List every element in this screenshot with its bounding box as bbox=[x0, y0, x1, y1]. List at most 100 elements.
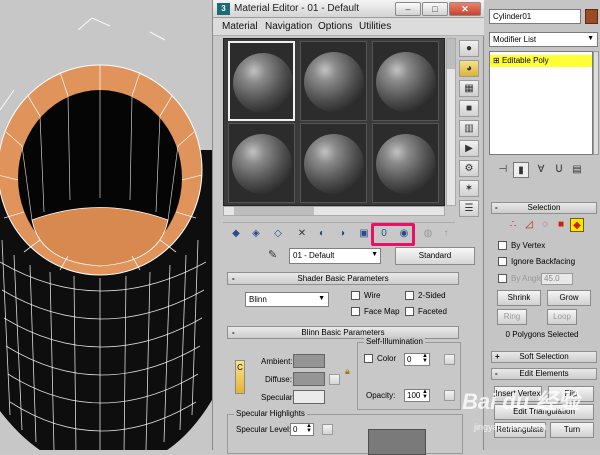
checkbox-box[interactable] bbox=[498, 257, 507, 266]
menu-utilities[interactable]: Utilities bbox=[359, 21, 391, 32]
expand-icon[interactable]: ⊞ bbox=[493, 56, 502, 65]
opacity-map-button[interactable] bbox=[444, 390, 455, 401]
ring-button[interactable]: Ring bbox=[497, 309, 527, 325]
remove-modifier-icon[interactable]: ᑌ bbox=[551, 162, 567, 178]
make-unique-icon[interactable]: ◑ bbox=[333, 226, 351, 243]
make-copy-icon[interactable]: ◐ bbox=[313, 226, 331, 243]
select-by-material-icon[interactable]: ✶ bbox=[459, 180, 479, 197]
ignore-backfacing-checkbox[interactable]: Ignore Backfacing bbox=[498, 257, 575, 266]
two-sided-checkbox[interactable]: 2-Sided bbox=[405, 291, 446, 300]
checkbox-box[interactable] bbox=[498, 274, 507, 283]
lock-ambient-diffuse-toggle[interactable]: C bbox=[235, 360, 245, 394]
spinner-arrows-icon[interactable]: ▲ ▼ bbox=[422, 389, 428, 400]
make-preview-icon[interactable]: ▶ bbox=[459, 140, 479, 157]
rollout-header[interactable]: - Shader Basic Parameters bbox=[227, 272, 459, 285]
sample-type-icon[interactable]: ● bbox=[459, 40, 479, 57]
loop-button[interactable]: Loop bbox=[547, 309, 577, 325]
grow-button[interactable]: Grow bbox=[547, 290, 591, 306]
slots-vertical-scrollbar[interactable] bbox=[446, 38, 456, 206]
modifier-list-dropdown[interactable]: Modifier List ▼ bbox=[489, 32, 598, 47]
spinner-arrows-icon[interactable]: ▲ ▼ bbox=[306, 423, 312, 434]
checkbox-box[interactable] bbox=[351, 291, 360, 300]
selection-rollout-header[interactable]: - Selection bbox=[491, 202, 597, 214]
stack-item-editable-poly[interactable]: ⊞ Editable Poly bbox=[490, 55, 592, 67]
sample-uv-tiling-icon[interactable]: ■ bbox=[459, 100, 479, 117]
show-end-result-icon[interactable]: ◍ bbox=[419, 226, 437, 243]
angle-spinner[interactable]: 45.0 bbox=[541, 273, 573, 285]
checkbox-box[interactable] bbox=[364, 354, 373, 363]
checkbox-box[interactable] bbox=[405, 291, 414, 300]
backlight-icon[interactable]: ◕ bbox=[459, 60, 479, 77]
material-slot[interactable] bbox=[372, 41, 439, 121]
close-button[interactable]: ✕ bbox=[449, 2, 481, 16]
checkbox-box[interactable] bbox=[405, 307, 414, 316]
material-slot[interactable] bbox=[300, 41, 367, 121]
assign-material-icon[interactable]: ◇ bbox=[269, 226, 287, 243]
material-type-button[interactable]: Standard bbox=[395, 247, 475, 265]
checkbox-box[interactable] bbox=[498, 241, 507, 250]
specular-level-spinner[interactable]: 0 ▲ ▼ bbox=[290, 423, 314, 436]
wire-checkbox[interactable]: Wire bbox=[351, 291, 380, 300]
pick-material-icon[interactable]: ✎ bbox=[268, 248, 284, 264]
material-slot[interactable] bbox=[372, 123, 439, 203]
scroll-thumb[interactable] bbox=[447, 39, 455, 69]
diffuse-color-swatch[interactable] bbox=[293, 372, 325, 386]
diffuse-map-button[interactable] bbox=[329, 374, 340, 385]
slots-horizontal-scrollbar[interactable] bbox=[223, 206, 445, 216]
border-mode-icon[interactable]: ◌ bbox=[538, 218, 552, 232]
background-checker-icon[interactable]: ▦ bbox=[459, 80, 479, 97]
opacity-spinner[interactable]: 100 ▲ ▼ bbox=[404, 389, 430, 402]
options-icon[interactable]: ⚙ bbox=[459, 160, 479, 177]
go-to-parent-icon[interactable]: ↑ bbox=[437, 226, 455, 243]
lock-icon[interactable]: 🔒︎ bbox=[345, 366, 350, 377]
material-name-field[interactable]: 01 - Default ▼ bbox=[289, 248, 381, 264]
specular-level-map-button[interactable] bbox=[322, 424, 333, 435]
soft-selection-rollout-header[interactable]: + Soft Selection bbox=[491, 351, 597, 363]
face-map-checkbox[interactable]: Face Map bbox=[351, 307, 400, 316]
faceted-checkbox[interactable]: Faceted bbox=[405, 307, 447, 316]
by-angle-checkbox[interactable]: By Angle: bbox=[498, 274, 545, 283]
video-color-check-icon[interactable]: ▥ bbox=[459, 120, 479, 137]
make-unique-icon[interactable]: ∀ bbox=[533, 162, 549, 178]
material-slot[interactable] bbox=[228, 123, 295, 203]
element-mode-icon[interactable]: ◆ bbox=[570, 218, 584, 232]
polygon-mode-icon[interactable]: ■ bbox=[554, 218, 568, 232]
material-slot[interactable] bbox=[228, 41, 295, 121]
by-vertex-checkbox[interactable]: By Vertex bbox=[498, 241, 545, 250]
self-illum-map-button[interactable] bbox=[444, 354, 455, 365]
pin-stack-icon[interactable]: ⊣ bbox=[495, 162, 511, 178]
material-slot[interactable] bbox=[300, 123, 367, 203]
minimize-button[interactable]: – bbox=[395, 2, 421, 16]
perspective-viewport[interactable] bbox=[0, 0, 212, 450]
checkbox-box[interactable] bbox=[351, 307, 360, 316]
collapse-toggle[interactable]: - bbox=[495, 203, 498, 213]
ambient-color-swatch[interactable] bbox=[293, 354, 325, 368]
collapse-toggle[interactable]: - bbox=[495, 369, 498, 379]
menu-navigation[interactable]: Navigation bbox=[265, 21, 312, 32]
shrink-button[interactable]: Shrink bbox=[497, 290, 541, 306]
menu-options[interactable]: Options bbox=[318, 21, 352, 32]
reset-map-icon[interactable]: ✕ bbox=[293, 226, 311, 243]
material-navigator-icon[interactable]: ☰ bbox=[459, 200, 479, 217]
self-illum-color-checkbox[interactable]: Color bbox=[364, 354, 396, 363]
stack-scrollbar[interactable] bbox=[593, 51, 599, 155]
material-editor-titlebar[interactable]: 3 Material Editor - 01 - Default – □ ✕ bbox=[213, 0, 485, 18]
specular-color-swatch[interactable] bbox=[293, 390, 325, 404]
maximize-button[interactable]: □ bbox=[422, 2, 448, 16]
self-illum-spinner[interactable]: 0 ▲ ▼ bbox=[404, 353, 430, 366]
scroll-thumb[interactable] bbox=[234, 207, 314, 215]
object-name-field[interactable]: Cylinder01 bbox=[489, 9, 581, 24]
collapse-toggle[interactable]: - bbox=[232, 273, 235, 284]
object-color-swatch[interactable] bbox=[585, 9, 598, 24]
edge-mode-icon[interactable]: ◿ bbox=[522, 218, 536, 232]
edit-elements-rollout-header[interactable]: - Edit Elements bbox=[491, 368, 597, 380]
put-to-scene-icon[interactable]: ◈ bbox=[247, 226, 265, 243]
configure-modifier-sets-icon[interactable]: ▤ bbox=[569, 162, 585, 178]
collapse-toggle[interactable]: - bbox=[232, 327, 235, 338]
menu-material[interactable]: Material bbox=[222, 21, 258, 32]
collapse-toggle[interactable]: + bbox=[495, 352, 500, 362]
get-material-icon[interactable]: ◆ bbox=[227, 226, 245, 243]
show-end-result-icon[interactable]: ▮ bbox=[513, 162, 529, 178]
shader-type-dropdown[interactable]: Blinn ▼ bbox=[245, 292, 329, 307]
vertex-mode-icon[interactable]: ∴ bbox=[506, 218, 520, 232]
